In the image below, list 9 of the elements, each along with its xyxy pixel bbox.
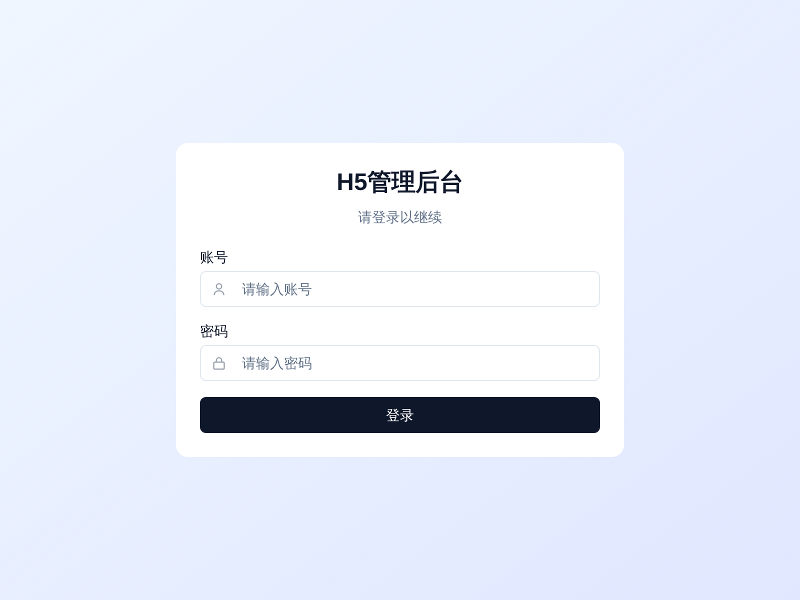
field-label: 账号 — [200, 248, 228, 267]
form-subtitle: 请登录以继续 — [358, 208, 442, 227]
password-field[interactable]: 请输入密码 — [200, 345, 600, 381]
login-button[interactable]: 登录 — [200, 397, 600, 433]
field-label: 密码 — [200, 322, 228, 341]
form-title: H5管理后台 — [336, 168, 464, 198]
user-icon — [212, 282, 226, 296]
username-field[interactable]: 请输入账号 — [200, 271, 600, 307]
lock-icon — [212, 356, 226, 370]
